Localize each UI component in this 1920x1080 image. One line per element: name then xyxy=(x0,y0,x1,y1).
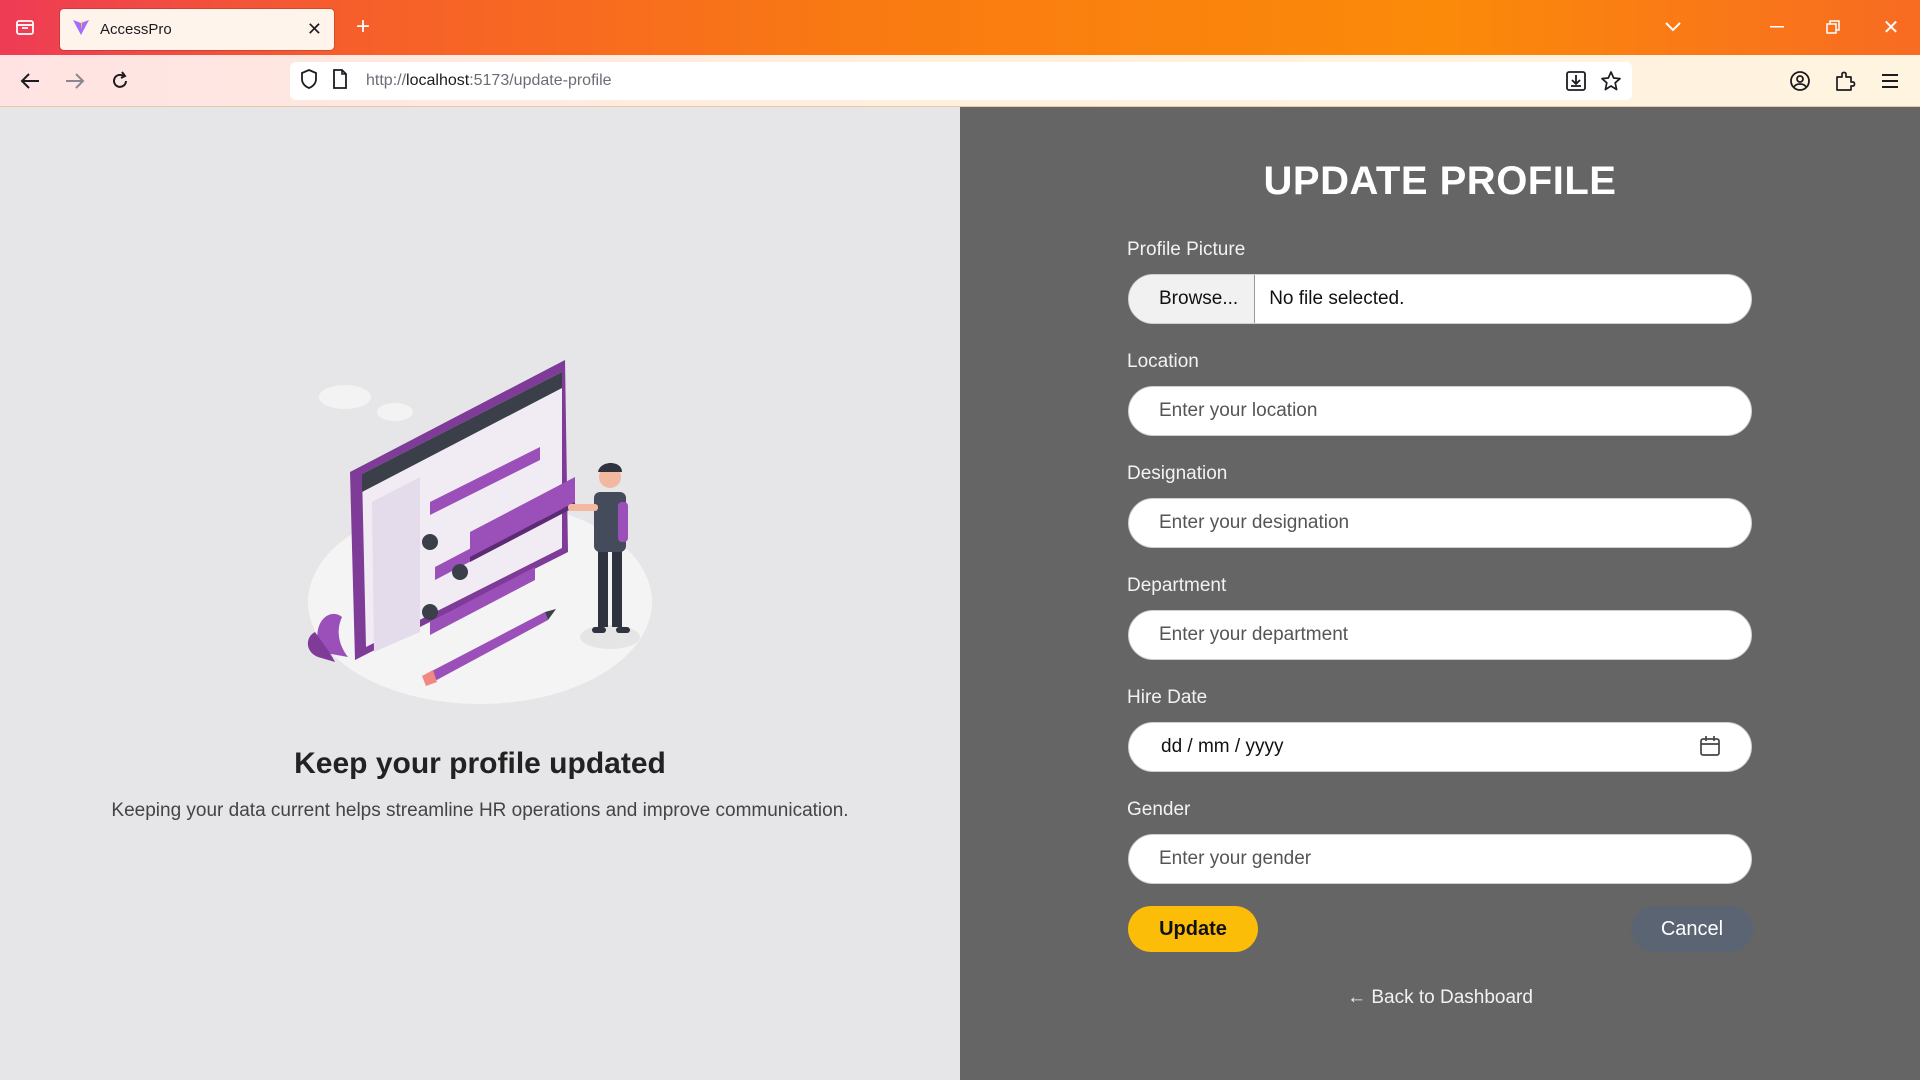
update-profile-panel: UPDATE PROFILE Profile Picture Browse...… xyxy=(960,107,1920,1080)
form-title: UPDATE PROFILE xyxy=(1263,159,1617,203)
hire-date-input[interactable]: dd / mm / yyyy xyxy=(1128,722,1752,772)
location-input[interactable]: Enter your location xyxy=(1128,386,1752,436)
update-button[interactable]: Update xyxy=(1128,906,1258,952)
page-icon[interactable] xyxy=(332,68,348,94)
designation-placeholder: Enter your designation xyxy=(1159,512,1350,533)
designation-input[interactable]: Enter your designation xyxy=(1128,498,1752,548)
profile-illustration xyxy=(300,352,670,722)
browser-tab-bar: AccessPro ✕ + ✕ xyxy=(0,0,1920,55)
tab-title: AccessPro xyxy=(100,21,172,38)
tab-overview-icon[interactable] xyxy=(12,14,38,40)
url-path: :5173/update-profile xyxy=(469,72,612,89)
department-input[interactable]: Enter your department xyxy=(1128,610,1752,660)
profile-picture-file-input[interactable]: Browse... No file selected. xyxy=(1128,274,1752,324)
vite-logo-icon xyxy=(72,18,90,41)
new-tab-icon[interactable]: + xyxy=(350,13,376,40)
calendar-icon[interactable] xyxy=(1699,735,1723,759)
minimize-window-icon[interactable] xyxy=(1764,14,1790,40)
reload-icon[interactable] xyxy=(100,55,140,107)
department-label: Department xyxy=(1127,575,1227,596)
account-icon[interactable] xyxy=(1780,55,1820,107)
tab-list-chevron-icon[interactable] xyxy=(1660,14,1686,40)
shield-icon[interactable] xyxy=(300,68,318,94)
url-host: localhost xyxy=(406,72,470,89)
menu-hamburger-icon[interactable] xyxy=(1870,55,1910,107)
tab-close-icon[interactable]: ✕ xyxy=(307,19,322,40)
info-heading: Keep your profile updated xyxy=(294,747,666,780)
restore-window-icon[interactable] xyxy=(1820,14,1846,40)
hire-date-label: Hire Date xyxy=(1127,687,1208,708)
back-arrow-icon[interactable] xyxy=(10,55,50,107)
bookmark-star-icon[interactable] xyxy=(1600,70,1622,97)
url-bar[interactable]: http://localhost:5173/update-profile xyxy=(290,62,1632,100)
back-to-dashboard-link[interactable]: ← Back to Dashboard xyxy=(960,987,1920,1009)
forward-arrow-icon[interactable] xyxy=(55,55,95,107)
gender-label: Gender xyxy=(1127,799,1191,820)
location-label: Location xyxy=(1127,351,1199,372)
designation-label: Designation xyxy=(1127,463,1228,484)
url-prefix: http:// xyxy=(366,72,407,89)
browser-tab[interactable]: AccessPro ✕ xyxy=(60,9,334,50)
browser-nav-bar: http://localhost:5173/update-profile xyxy=(0,55,1920,107)
url-text[interactable]: http://localhost:5173/update-profile xyxy=(366,72,612,90)
close-window-icon[interactable]: ✕ xyxy=(1878,14,1904,40)
extensions-icon[interactable] xyxy=(1825,55,1865,107)
hire-date-value: dd / mm / yyyy xyxy=(1161,736,1284,757)
gender-placeholder: Enter your gender xyxy=(1159,848,1312,869)
info-description: Keeping your data current helps streamli… xyxy=(111,800,849,821)
info-panel: Keep your profile updated Keeping your d… xyxy=(0,107,960,1080)
file-status-text: No file selected. xyxy=(1269,288,1405,309)
department-placeholder: Enter your department xyxy=(1159,624,1349,645)
location-placeholder: Enter your location xyxy=(1159,400,1318,421)
save-page-icon[interactable] xyxy=(1566,71,1586,96)
browse-button[interactable]: Browse... xyxy=(1129,275,1256,323)
gender-input[interactable]: Enter your gender xyxy=(1128,834,1752,884)
profile-picture-label: Profile Picture xyxy=(1127,239,1246,260)
cancel-button[interactable]: Cancel xyxy=(1631,906,1753,952)
